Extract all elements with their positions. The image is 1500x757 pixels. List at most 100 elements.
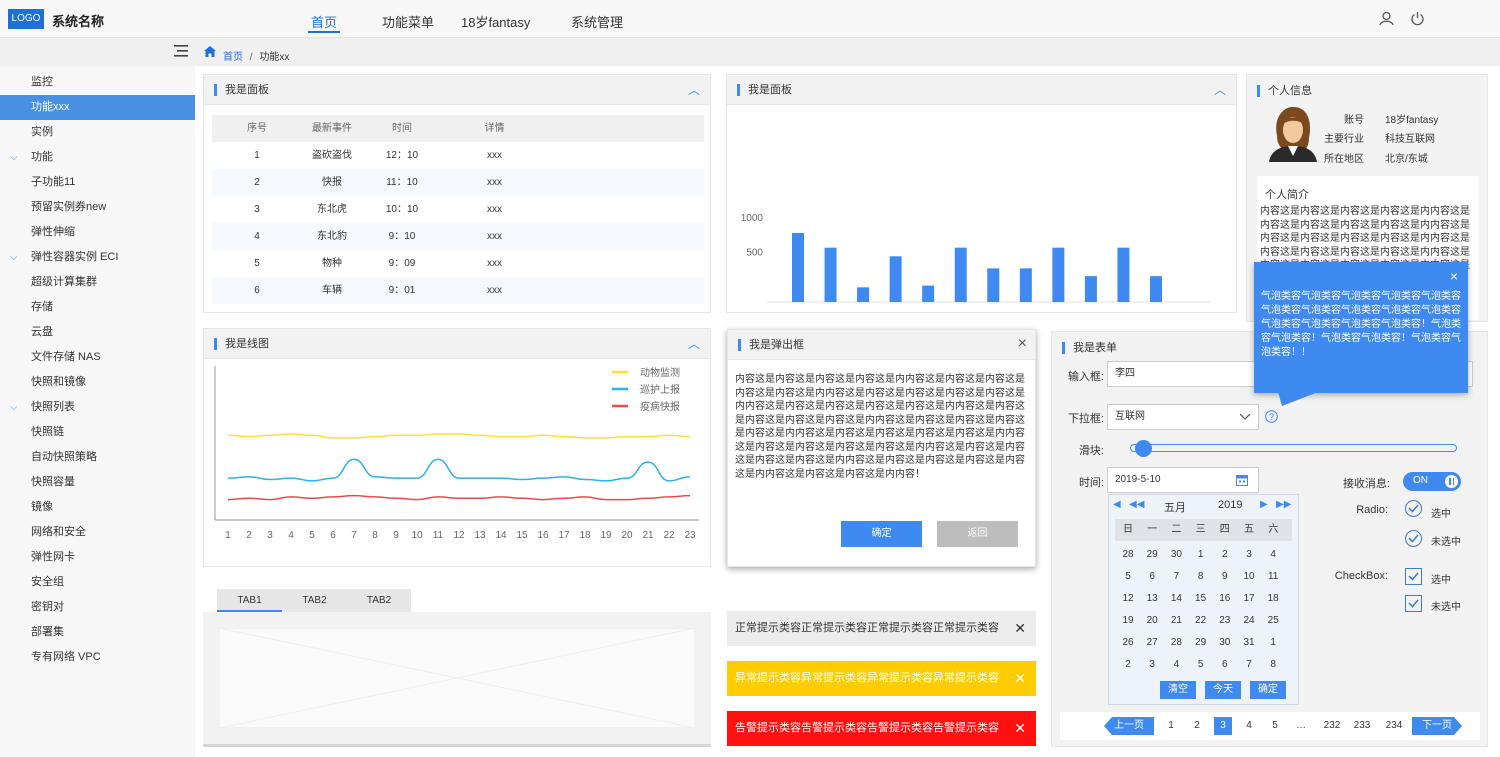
sidebar-item[interactable]: 弹性伸缩	[0, 220, 195, 245]
calendar-day[interactable]: 3	[1237, 545, 1261, 565]
breadcrumb-home[interactable]: 首页	[223, 52, 243, 63]
calendar-day[interactable]: 30	[1164, 545, 1188, 565]
calendar-day[interactable]: 25	[1261, 611, 1285, 631]
calendar-day[interactable]: 6	[1140, 567, 1164, 587]
calendar-day[interactable]: 1	[1189, 545, 1213, 565]
sidebar-item[interactable]: 存储	[0, 295, 195, 320]
user-icon[interactable]	[1379, 11, 1394, 26]
calendar-day[interactable]: 7	[1164, 567, 1188, 587]
page-button[interactable]: 2	[1188, 717, 1206, 735]
radio-unchecked[interactable]	[1405, 530, 1422, 547]
calendar-day[interactable]: 12	[1116, 589, 1140, 609]
calendar-confirm-button[interactable]: 确定	[1250, 681, 1286, 699]
page-button[interactable]: 1	[1162, 717, 1180, 735]
tab-2[interactable]: TAB2	[282, 589, 347, 612]
close-icon[interactable]: ✕	[1014, 611, 1026, 646]
next-year-icon[interactable]: ▶▶	[1276, 499, 1291, 510]
chevron-up-icon[interactable]: ︿	[688, 335, 700, 352]
calendar-day[interactable]: 28	[1164, 633, 1188, 653]
calendar-day[interactable]: 6	[1213, 655, 1237, 675]
page-button[interactable]: 232	[1320, 717, 1344, 735]
calendar-day[interactable]: 29	[1189, 633, 1213, 653]
menu-toggle-icon[interactable]	[174, 45, 188, 57]
calendar-day[interactable]: 4	[1164, 655, 1188, 675]
calendar-day[interactable]: 1	[1261, 633, 1285, 653]
sidebar-item[interactable]: 网络和安全	[0, 520, 195, 545]
calendar-day[interactable]: 24	[1237, 611, 1261, 631]
sidebar-item[interactable]: 快照容量	[0, 470, 195, 495]
checkbox-checked[interactable]	[1405, 568, 1422, 585]
calendar-today-button[interactable]: 今天	[1205, 681, 1241, 699]
prev-year-icon[interactable]: ◀◀	[1129, 499, 1144, 510]
close-icon[interactable]: ×	[1018, 335, 1027, 353]
slider-thumb[interactable]	[1134, 440, 1152, 457]
calendar-day[interactable]: 27	[1140, 633, 1164, 653]
radio-checked[interactable]	[1405, 500, 1422, 517]
sidebar-item[interactable]: ⌵ 弹性容器实例 ECI	[0, 245, 195, 270]
page-button[interactable]: 3	[1214, 717, 1232, 735]
sidebar-item[interactable]: 预留实例券new	[0, 195, 195, 220]
calendar-day[interactable]: 30	[1213, 633, 1237, 653]
sidebar-item[interactable]: 密钥对	[0, 595, 195, 620]
sidebar-item[interactable]: 快照链	[0, 420, 195, 445]
close-icon[interactable]: ×	[1450, 268, 1458, 284]
calendar-day[interactable]: 2	[1213, 545, 1237, 565]
calendar-day[interactable]: 5	[1189, 655, 1213, 675]
sidebar-item[interactable]: ⌵ 快照列表	[0, 395, 195, 420]
sidebar-item[interactable]: 自动快照策略	[0, 445, 195, 470]
calendar-day[interactable]: 8	[1261, 655, 1285, 675]
chevron-up-icon[interactable]: ︿	[1214, 81, 1226, 98]
page-button[interactable]: 5	[1266, 717, 1284, 735]
calendar-day[interactable]: 18	[1261, 589, 1285, 609]
nav-user[interactable]: 18岁fantasy	[461, 12, 530, 31]
calendar-day[interactable]: 31	[1237, 633, 1261, 653]
nav-function-menu[interactable]: 功能菜单	[382, 12, 434, 31]
calendar-day[interactable]: 14	[1164, 589, 1188, 609]
sidebar-item[interactable]: 监控	[0, 70, 195, 95]
tab-3[interactable]: TAB2	[347, 589, 411, 612]
calendar-day[interactable]: 17	[1237, 589, 1261, 609]
chevron-up-icon[interactable]: ︿	[688, 81, 700, 98]
sidebar-item[interactable]: 文件存储 NAS	[0, 345, 195, 370]
calendar-day[interactable]: 7	[1237, 655, 1261, 675]
checkbox-unchecked[interactable]	[1405, 595, 1422, 612]
sidebar-item[interactable]: 实例	[0, 120, 195, 145]
sidebar-item[interactable]: 安全组	[0, 570, 195, 595]
tab-1[interactable]: TAB1	[217, 589, 282, 612]
dialog-back-button[interactable]: 返回	[937, 521, 1018, 547]
calendar-day[interactable]: 23	[1213, 611, 1237, 631]
page-button[interactable]: 4	[1240, 717, 1258, 735]
industry-select[interactable]: 互联网	[1107, 404, 1259, 430]
next-page-button[interactable]: 下一页	[1412, 717, 1462, 735]
nav-system-admin[interactable]: 系统管理	[571, 12, 623, 31]
close-icon[interactable]: ✕	[1014, 661, 1026, 696]
calendar-day[interactable]: 13	[1140, 589, 1164, 609]
prev-month-icon[interactable]: ◀	[1113, 499, 1121, 510]
calendar-day[interactable]: 29	[1140, 545, 1164, 565]
sidebar-item[interactable]: 云盘	[0, 320, 195, 345]
close-icon[interactable]: ✕	[1014, 711, 1026, 746]
calendar-day[interactable]: 8	[1189, 567, 1213, 587]
date-input[interactable]: 2019-5-10	[1107, 467, 1259, 493]
sidebar-item[interactable]: ⌵ 功能	[0, 145, 195, 170]
calendar-clear-button[interactable]: 清空	[1160, 681, 1196, 699]
receive-toggle[interactable]: ON	[1403, 472, 1461, 491]
sidebar-item[interactable]: 功能xxx	[0, 95, 195, 120]
calendar-day[interactable]: 16	[1213, 589, 1237, 609]
calendar-day[interactable]: 21	[1164, 611, 1188, 631]
nav-home[interactable]: 首页	[311, 12, 337, 31]
calendar-day[interactable]: 22	[1189, 611, 1213, 631]
calendar-day[interactable]: 3	[1140, 655, 1164, 675]
sidebar-item[interactable]: 快照和镜像	[0, 370, 195, 395]
sidebar-item[interactable]: 部署集	[0, 620, 195, 645]
page-button[interactable]: 233	[1350, 717, 1374, 735]
calendar-day[interactable]: 2	[1116, 655, 1140, 675]
calendar-day[interactable]: 26	[1116, 633, 1140, 653]
next-month-icon[interactable]: ▶	[1260, 499, 1268, 510]
calendar-day[interactable]: 19	[1116, 611, 1140, 631]
calendar-day[interactable]: 20	[1140, 611, 1164, 631]
dialog-ok-button[interactable]: 确定	[841, 521, 922, 547]
page-button[interactable]: 234	[1382, 717, 1406, 735]
help-icon[interactable]: ?	[1265, 410, 1278, 423]
calendar-day[interactable]: 15	[1189, 589, 1213, 609]
